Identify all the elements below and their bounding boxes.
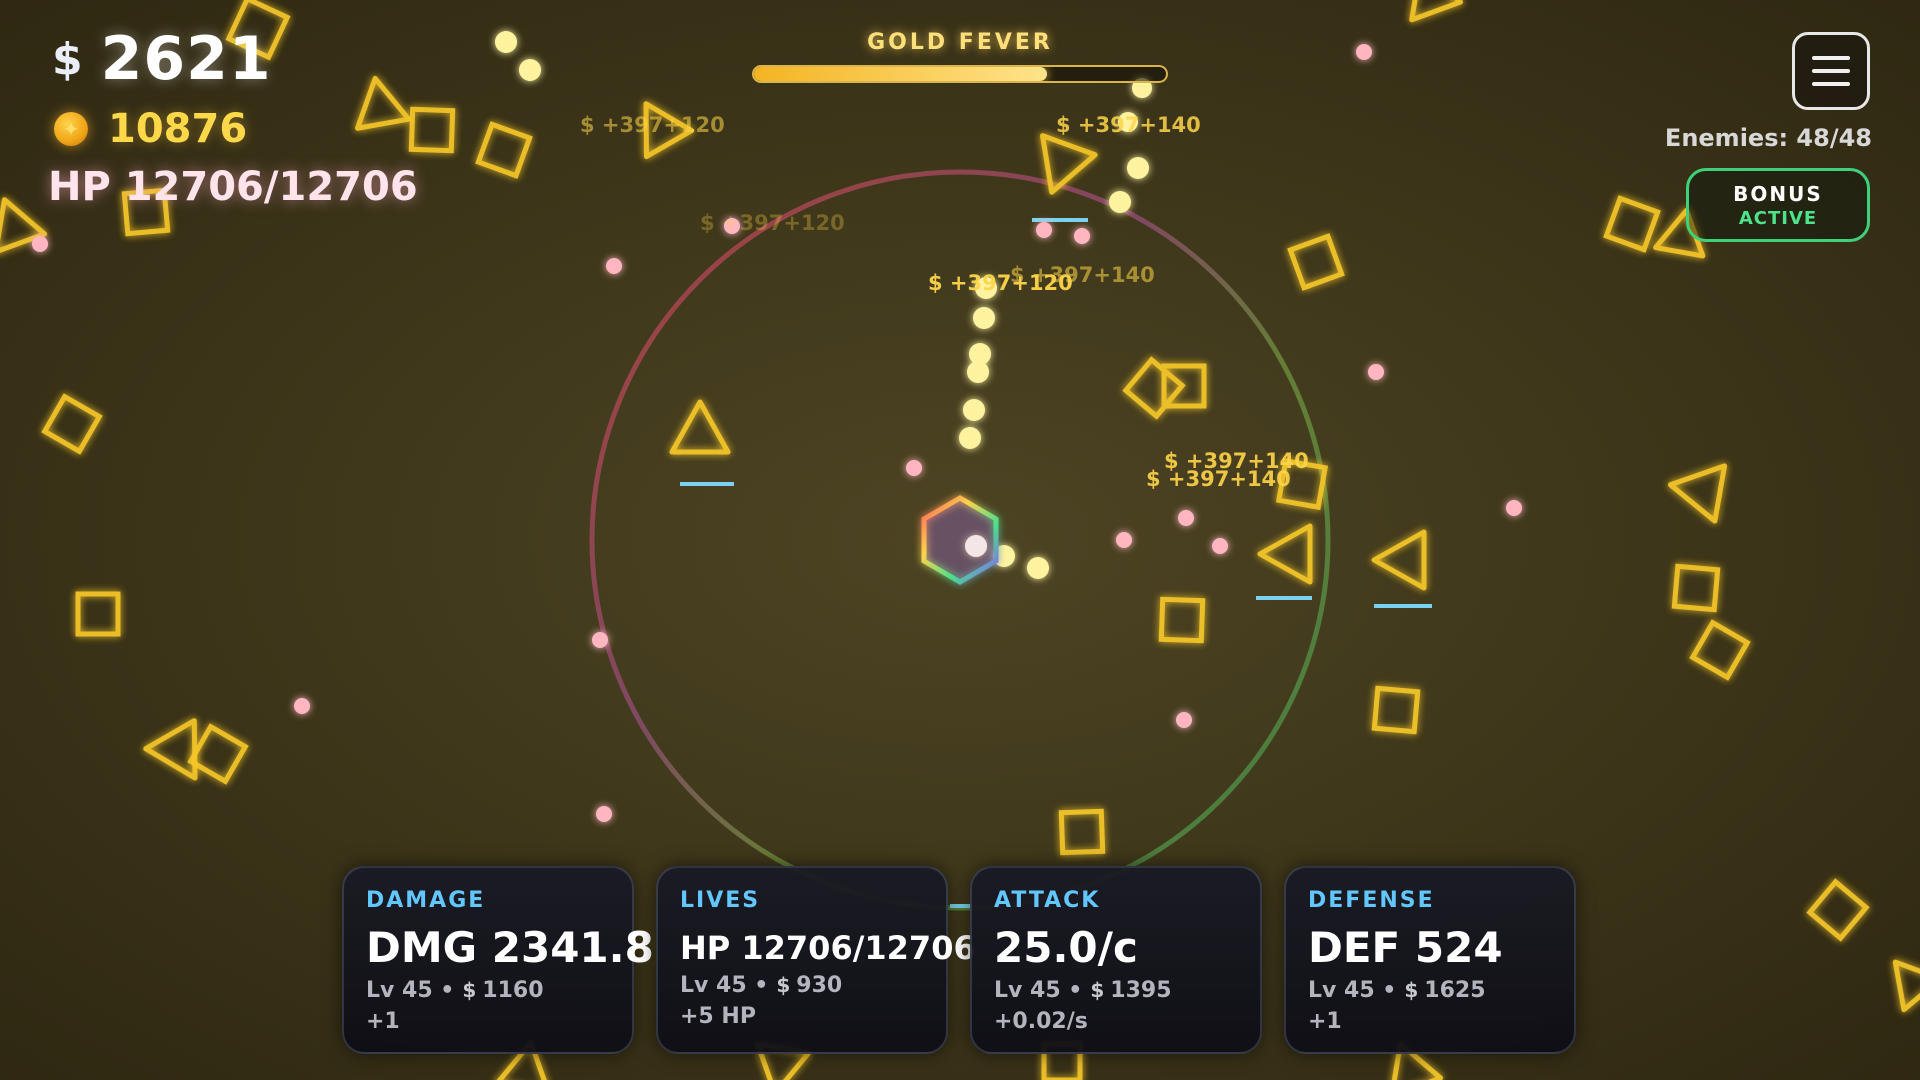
enemy-shot bbox=[1212, 538, 1228, 554]
card-cost: Lv 45 • $1395 bbox=[994, 978, 1172, 1003]
enemy-square bbox=[1689, 619, 1751, 681]
enemy-shots bbox=[32, 44, 1522, 822]
enemy-triangle bbox=[1892, 959, 1920, 1013]
player-hp: HP 12706/12706 bbox=[48, 164, 418, 210]
enemy-shot bbox=[606, 258, 622, 274]
player-bullet bbox=[967, 361, 989, 383]
enemy-square bbox=[1058, 808, 1106, 856]
gold-fever-fill bbox=[754, 67, 1047, 81]
gold-fever-meter: GOLD FEVER bbox=[752, 30, 1168, 83]
dollar-icon: $ bbox=[52, 33, 83, 85]
coins-display: ✦ 10876 bbox=[54, 106, 247, 152]
enemy-square bbox=[1806, 878, 1870, 942]
gold-fever-label: GOLD FEVER bbox=[867, 30, 1053, 55]
gold-fever-track bbox=[752, 65, 1168, 83]
player-bullet bbox=[959, 427, 981, 449]
enemy-shot bbox=[1176, 712, 1192, 728]
coins-value: 10876 bbox=[108, 106, 248, 152]
floating-reward: $ +397+120 bbox=[700, 211, 845, 235]
enemy-square bbox=[41, 393, 103, 455]
enemy-shot bbox=[1368, 364, 1384, 380]
bonus-title: BONUS bbox=[1733, 181, 1823, 206]
dollar-icon: $ bbox=[462, 978, 477, 1002]
enemy-health-bars bbox=[680, 218, 1432, 908]
player-bullet bbox=[963, 399, 985, 421]
enemy-square bbox=[187, 723, 249, 785]
player-bullet bbox=[519, 59, 541, 81]
enemy-triangle bbox=[1371, 529, 1427, 591]
card-value: DEF 524 bbox=[1308, 923, 1503, 972]
floating-reward: $ +397+140 bbox=[1056, 113, 1201, 137]
card-cost: Lv 45 • $1160 bbox=[366, 978, 544, 1003]
card-title: LIVES bbox=[680, 888, 761, 913]
enemy-triangle bbox=[669, 399, 731, 455]
floating-reward: $ +397+140 bbox=[1146, 467, 1291, 491]
floating-reward: $ +397+120 bbox=[580, 113, 725, 137]
enemies-count: Enemies: 48/48 bbox=[1664, 124, 1872, 152]
enemy-square bbox=[75, 591, 121, 637]
money-value: 2621 bbox=[100, 24, 272, 94]
menu-button[interactable] bbox=[1792, 32, 1870, 110]
card-value: DMG 2341.8 bbox=[366, 923, 654, 972]
enemy-shot bbox=[1506, 500, 1522, 516]
dollar-icon: $ bbox=[1090, 978, 1105, 1002]
upgrade-cards: DAMAGE DMG 2341.8 Lv 45 • $1160 +1 LIVES … bbox=[342, 866, 1576, 1054]
enemy-square bbox=[1603, 195, 1661, 253]
player-bullet bbox=[1109, 191, 1131, 213]
enemy-shot bbox=[32, 236, 48, 252]
dollar-icon: $ bbox=[1404, 978, 1419, 1002]
upgrade-card-defense[interactable]: DEFENSE DEF 524 Lv 45 • $1625 +1 bbox=[1284, 866, 1576, 1054]
card-value: HP 12706/12706 bbox=[680, 929, 976, 967]
floating-rewards: $ +397+120 $ +397+140 $ +397+120 $ +397+… bbox=[580, 113, 1309, 491]
enemy-shot bbox=[294, 698, 310, 714]
card-value: 25.0/c bbox=[994, 923, 1138, 972]
enemy-square bbox=[408, 106, 456, 154]
upgrade-card-lives[interactable]: LIVES HP 12706/12706 Lv 45 • $930 +5 HP bbox=[656, 866, 976, 1054]
card-bonus: +1 bbox=[1308, 1009, 1342, 1034]
hamburger-menu-icon bbox=[1812, 56, 1850, 60]
enemy-shot bbox=[1074, 228, 1090, 244]
player-bullet bbox=[973, 307, 995, 329]
card-cost: Lv 45 • $1625 bbox=[1308, 978, 1486, 1003]
card-bonus: +0.02/s bbox=[994, 1009, 1088, 1034]
bonus-active-badge[interactable]: BONUS ACTIVE bbox=[1686, 168, 1870, 242]
player-bullet bbox=[1027, 557, 1049, 579]
enemy-shot bbox=[1116, 532, 1132, 548]
card-title: DEFENSE bbox=[1308, 888, 1435, 913]
card-title: ATTACK bbox=[994, 888, 1101, 913]
enemy-triangle bbox=[355, 75, 412, 131]
card-bonus: +5 HP bbox=[680, 1004, 756, 1029]
enemy-square bbox=[475, 121, 533, 179]
card-title: DAMAGE bbox=[366, 888, 486, 913]
enemy-shot bbox=[1356, 44, 1372, 60]
enemy-square bbox=[1671, 563, 1721, 613]
player-bullet bbox=[1127, 157, 1149, 179]
enemy-shot bbox=[592, 632, 608, 648]
enemy-shot bbox=[1036, 222, 1052, 238]
player-hexagon bbox=[921, 495, 999, 585]
enemy-triangle bbox=[1257, 523, 1313, 585]
dollar-icon: $ bbox=[776, 973, 791, 997]
enemy-square bbox=[1287, 233, 1345, 291]
coin-icon: ✦ bbox=[54, 112, 88, 146]
enemy-shot bbox=[596, 806, 612, 822]
bonus-status: ACTIVE bbox=[1738, 207, 1818, 229]
card-bonus: +1 bbox=[366, 1009, 400, 1034]
player-bullet bbox=[495, 31, 517, 53]
card-cost: Lv 45 • $930 bbox=[680, 973, 843, 998]
upgrade-card-damage[interactable]: DAMAGE DMG 2341.8 Lv 45 • $1160 +1 bbox=[342, 866, 654, 1054]
enemy-square bbox=[1371, 685, 1421, 735]
enemy-triangle bbox=[1667, 463, 1728, 524]
enemy-shot bbox=[1178, 510, 1194, 526]
enemy-square bbox=[1158, 596, 1206, 644]
money-display: $ 2621 bbox=[52, 24, 272, 94]
floating-reward: $ +397+120 bbox=[928, 271, 1073, 295]
enemy-triangle bbox=[1409, 0, 1464, 23]
enemy-shot bbox=[906, 460, 922, 476]
upgrade-card-attack[interactable]: ATTACK 25.0/c Lv 45 • $1395 +0.02/s bbox=[970, 866, 1262, 1054]
